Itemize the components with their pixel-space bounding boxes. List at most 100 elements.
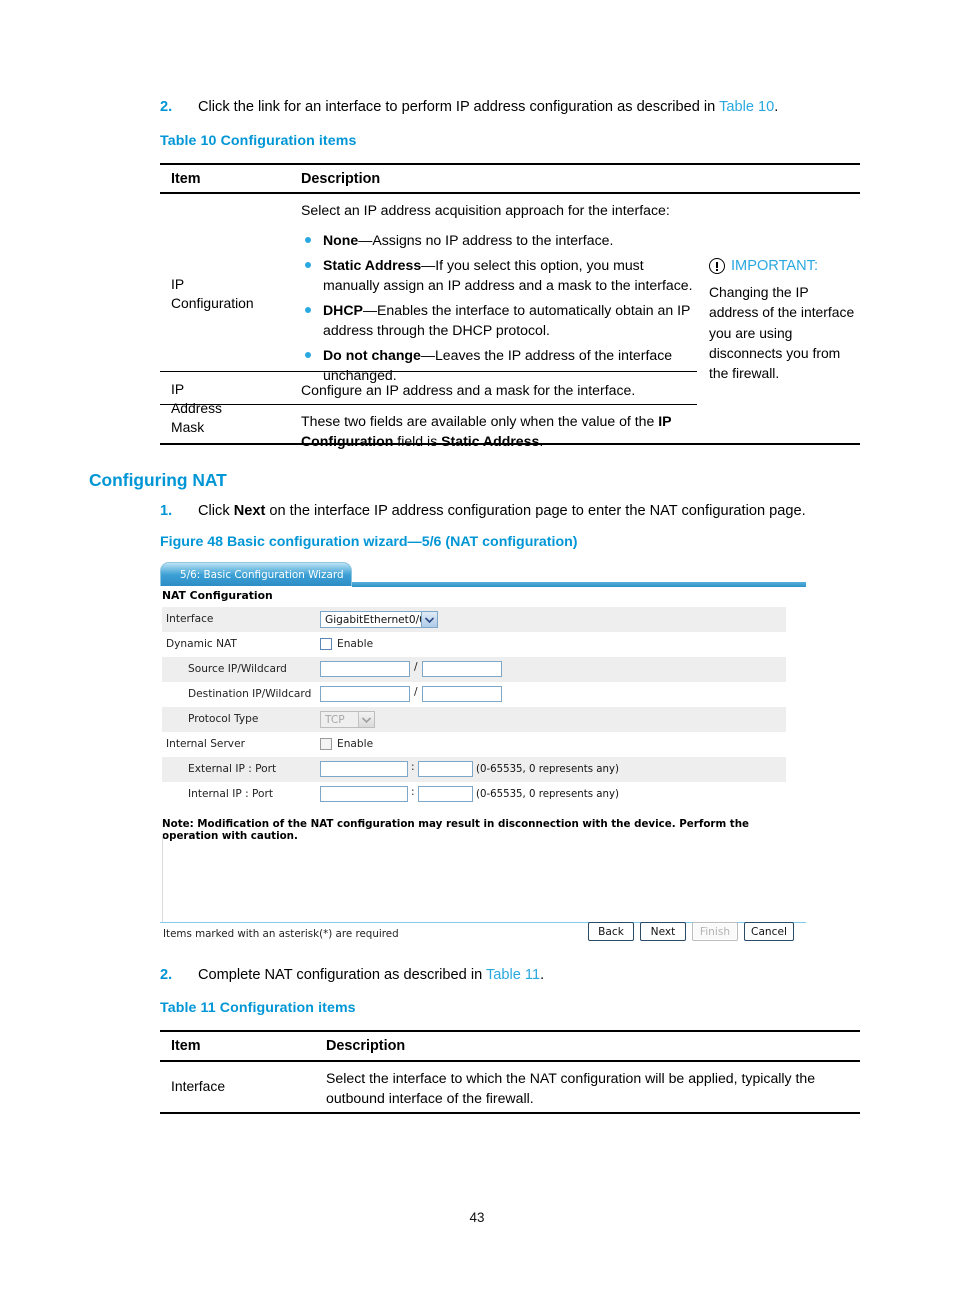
- list-item: None—Assigns no IP address to the interf…: [301, 230, 693, 250]
- form-row-dynamic-nat: Dynamic NAT Enable: [162, 632, 786, 657]
- dynamic-nat-enable-checkbox[interactable]: [320, 638, 332, 650]
- table-11-top-rule: [160, 1030, 860, 1033]
- form-row-internal-server: Internal Server Enable: [162, 732, 786, 757]
- internal-ip-port-separator: :: [411, 786, 415, 798]
- external-port-input[interactable]: [418, 761, 473, 777]
- dynamic-nat-enable-label: Enable: [337, 638, 374, 650]
- table-top-rule: [160, 163, 860, 166]
- source-ip-wildcard-label: Source IP/Wildcard: [188, 663, 287, 675]
- step-click-interface-link: 2. Click the link for an interface to pe…: [160, 98, 860, 118]
- destination-wildcard-input[interactable]: [422, 686, 502, 702]
- exclamation-circle-icon: [709, 258, 725, 274]
- step-text: Complete NAT configuration as described …: [198, 966, 860, 986]
- step-complete-nat-configuration: 2. Complete NAT configuration as describ…: [160, 966, 860, 986]
- document-page: 2. Click the link for an interface to pe…: [0, 0, 954, 1296]
- bullet-term: Static Address: [323, 257, 422, 273]
- table-10-header-description: Description: [301, 171, 381, 187]
- list-item: Do not change—Leaves the IP address of t…: [301, 345, 693, 385]
- bullet-dash: —: [421, 257, 436, 273]
- chevron-down-icon[interactable]: [358, 712, 374, 727]
- protocol-type-select-value: TCP: [325, 713, 345, 726]
- mask-desc-part-1: These two fields are available only when…: [301, 413, 659, 429]
- table-10-row-rule-1: [160, 371, 697, 372]
- mask-desc-bold-2: Static Address: [441, 433, 540, 449]
- form-row-source-ip-wildcard: Source IP/Wildcard /: [162, 657, 786, 682]
- internal-ip-input[interactable]: [320, 786, 408, 802]
- external-ip-port-separator: :: [411, 761, 415, 773]
- step-number: 2.: [160, 99, 173, 115]
- mask-desc-part-2: field is: [393, 433, 442, 449]
- wizard-tab-container: 5/6: Basic Configuration Wizard: [160, 562, 352, 586]
- dynamic-nat-enable-group: Enable: [320, 638, 373, 650]
- internal-server-enable-group: Enable: [320, 738, 373, 750]
- next-button[interactable]: Next: [640, 922, 686, 941]
- step-text-pre: Click: [198, 503, 234, 519]
- external-ip-input[interactable]: [320, 761, 408, 777]
- step-click-next: 1. Click Next on the interface IP addres…: [160, 502, 860, 522]
- step-text-post: .: [774, 99, 779, 115]
- table-11-row-1-item: Interface: [171, 1078, 226, 1094]
- tab-basic-configuration-wizard[interactable]: 5/6: Basic Configuration Wizard: [160, 562, 352, 586]
- ip-config-intro: Select an IP address acquisition approac…: [301, 202, 670, 218]
- table-10-row-rule-2: [160, 404, 697, 405]
- back-button[interactable]: Back: [588, 922, 634, 941]
- cancel-button[interactable]: Cancel: [744, 922, 794, 941]
- interface-select[interactable]: GigabitEthernet0/0: [320, 611, 438, 628]
- source-ip-input[interactable]: [320, 661, 410, 677]
- step-number: 2.: [160, 967, 173, 983]
- protocol-type-label: Protocol Type: [188, 713, 259, 725]
- table-11-caption: Table 11 Configuration items: [160, 1000, 356, 1016]
- table-10-row-1-item: IP Configuration: [171, 276, 254, 312]
- external-ip-port-label: External IP : Port: [188, 763, 277, 775]
- destination-ip-input[interactable]: [320, 686, 410, 702]
- step-text-post: on the interface IP address configuratio…: [265, 503, 806, 519]
- list-item: DHCP—Enables the interface to automatica…: [301, 300, 693, 340]
- required-items-note: Items marked with an asterisk(*) are req…: [163, 928, 399, 940]
- table-10-row-3-item: Mask: [171, 419, 205, 435]
- form-row-protocol-type: Protocol Type TCP: [162, 707, 786, 732]
- external-port-hint: (0-65535, 0 represents any): [476, 764, 619, 775]
- important-body: Changing the IP address of the interface…: [709, 284, 855, 382]
- interface-label: Interface: [166, 613, 214, 625]
- step-number: 1.: [160, 503, 173, 519]
- page-number: 43: [469, 1210, 485, 1225]
- internal-server-enable-label: Enable: [337, 738, 374, 750]
- nat-configuration-title: NAT Configuration: [162, 589, 273, 602]
- internal-port-input[interactable]: [418, 786, 473, 802]
- table-11-link[interactable]: Table 11: [486, 967, 540, 983]
- wizard-header-bar: [352, 582, 806, 587]
- form-row-internal-ip-port: Internal IP : Port : (0-65535, 0 represe…: [162, 782, 786, 807]
- chevron-down-icon[interactable]: [421, 612, 437, 627]
- finish-button[interactable]: Finish: [692, 922, 738, 941]
- step-text-post: .: [540, 967, 545, 983]
- form-row-destination-ip-wildcard: Destination IP/Wildcard /: [162, 682, 786, 707]
- destination-ip-separator: /: [414, 686, 418, 698]
- dynamic-nat-label: Dynamic NAT: [166, 638, 237, 650]
- ip-config-bullet-list: None—Assigns no IP address to the interf…: [301, 230, 693, 385]
- form-row-external-ip-port: External IP : Port : (0-65535, 0 represe…: [162, 757, 786, 782]
- step-text: Click Next on the interface IP address c…: [198, 502, 860, 522]
- step-text-pre: Complete NAT configuration as described …: [198, 967, 486, 983]
- bullet-term: Do not change: [323, 347, 421, 363]
- content-pane-left-border: [162, 834, 163, 922]
- internal-server-enable-checkbox[interactable]: [320, 738, 332, 750]
- nat-configuration-wizard-screenshot: 5/6: Basic Configuration Wizard NAT Conf…: [160, 562, 806, 952]
- protocol-type-select[interactable]: TCP: [320, 711, 375, 728]
- table-10-row-2-description: Configure an IP address and a mask for t…: [301, 382, 636, 398]
- bullet-dash: —: [358, 232, 373, 248]
- nat-configuration-note: Note: Modification of the NAT configurat…: [162, 818, 750, 842]
- table-11-header-description: Description: [326, 1038, 406, 1054]
- table-11-row-1-description: Select the interface to which the NAT co…: [326, 1070, 816, 1106]
- bullet-dash: —: [362, 302, 378, 318]
- table-header-rule: [160, 192, 860, 194]
- section-heading-configuring-nat: Configuring NAT: [89, 470, 227, 490]
- source-wildcard-input[interactable]: [422, 661, 502, 677]
- list-item: Static Address—If you select this option…: [301, 255, 693, 295]
- table-10-header-item: Item: [171, 171, 201, 187]
- table-10-link[interactable]: Table 10: [719, 99, 774, 115]
- destination-ip-wildcard-label: Destination IP/Wildcard: [188, 688, 312, 700]
- table-10-bottom-rule: [160, 443, 860, 446]
- internal-ip-port-label: Internal IP : Port: [188, 788, 274, 800]
- mask-desc-part-3: .: [539, 433, 544, 449]
- bullet-text: Assigns no IP address to the interface.: [372, 232, 614, 248]
